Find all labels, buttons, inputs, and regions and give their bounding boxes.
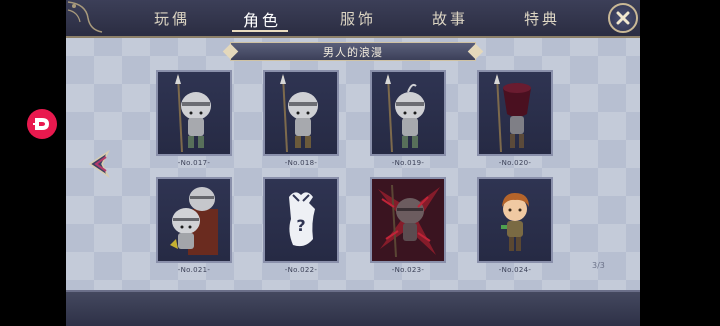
tab-specials[interactable]: 特典 [524, 8, 560, 29]
page-indicator: 3/3 [592, 261, 605, 270]
prev-page-arrow-icon[interactable] [86, 150, 112, 178]
svg-text:?: ? [296, 216, 305, 235]
collection-panel: 玩偶 角色 服饰 故事 特典 男人的浪漫 -No.017- -No.018- -… [66, 0, 640, 326]
armored-spearman-portrait-icon [280, 74, 318, 153]
character-card-018[interactable] [263, 70, 339, 156]
tab-characters[interactable]: 角色 [243, 7, 281, 31]
armored-spearman-portrait-icon [175, 74, 211, 153]
character-card-020[interactable] [477, 70, 553, 156]
character-card-024[interactable] [477, 177, 553, 263]
locked-silhouette-icon: ? [289, 192, 315, 247]
tab-stories[interactable]: 故事 [432, 8, 468, 29]
character-card-023[interactable] [370, 177, 446, 263]
character-card-017[interactable] [156, 70, 232, 156]
card-number-023: -No.023- [391, 266, 425, 274]
armored-spearman-portrait-icon [385, 74, 425, 153]
corner-ornament-icon [67, 1, 103, 33]
tab-bar: 玩偶 角色 服饰 故事 特典 [66, 0, 640, 38]
armored-duo-throne-portrait-icon [170, 187, 218, 255]
card-number-021: -No.021- [177, 266, 211, 274]
tab-dolls[interactable]: 玩偶 [154, 8, 190, 29]
character-card-022[interactable]: ? [263, 177, 339, 263]
floating-d-icon [33, 118, 49, 130]
collection-title: 男人的浪漫 [323, 45, 383, 59]
floating-assist-button[interactable] [27, 109, 57, 139]
card-number-017: -No.017- [177, 159, 211, 167]
card-number-020: -No.020- [498, 159, 532, 167]
close-button[interactable] [608, 3, 638, 33]
character-card-019[interactable] [370, 70, 446, 156]
game-screen: 玩偶 角色 服饰 故事 特典 男人的浪漫 -No.017- -No.018- -… [0, 0, 720, 326]
card-number-019: -No.019- [391, 159, 425, 167]
collection-title-banner: 男人的浪漫 [230, 42, 476, 61]
card-number-024: -No.024- [498, 266, 532, 274]
card-number-022: -No.022- [284, 266, 318, 274]
bottom-bar [66, 290, 640, 326]
character-card-021[interactable] [156, 177, 232, 263]
close-icon [616, 11, 630, 25]
dark-bell-figure-portrait-icon [494, 74, 531, 153]
cursed-knight-portrait-icon [372, 179, 444, 261]
active-tab-indicator [232, 30, 288, 32]
tab-costumes[interactable]: 服饰 [340, 8, 376, 29]
card-number-018: -No.018- [284, 159, 318, 167]
ginger-boy-portrait-icon [501, 193, 529, 251]
